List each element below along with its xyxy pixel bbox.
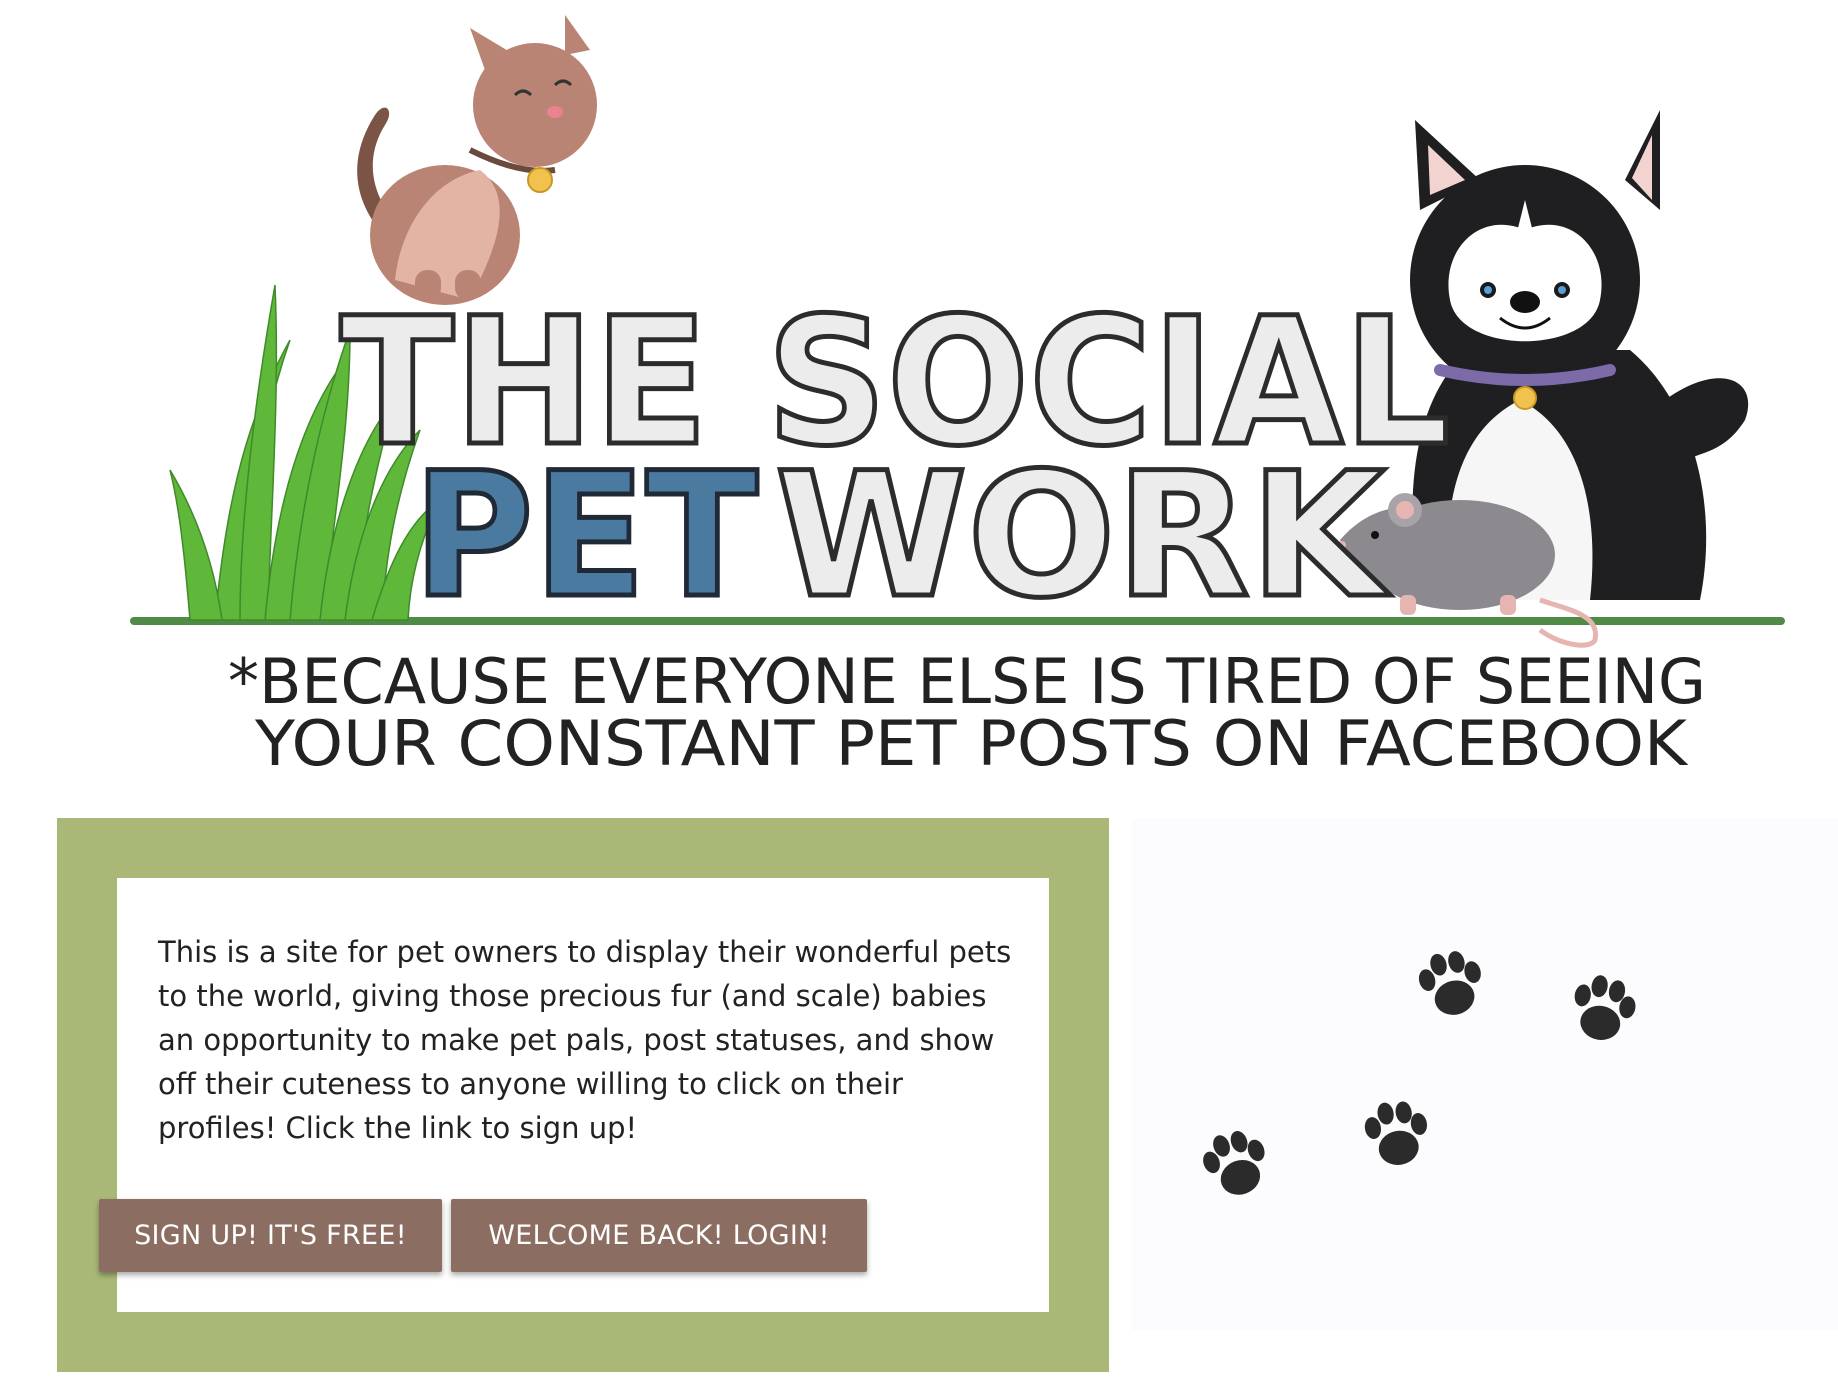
- site-description: This is a site for pet owners to display…: [158, 935, 1012, 1145]
- auth-button-row: SIGN UP! IT'S FREE! WELCOME BACK! LOGIN!: [99, 1199, 867, 1272]
- paw-icon: [1361, 1096, 1434, 1170]
- banner-tagline-line2: YOUR CONSTANT PET POSTS ON FACEBOOK: [254, 707, 1688, 780]
- banner-title-pet: PET: [413, 435, 758, 636]
- login-button[interactable]: WELCOME BACK! LOGIN!: [451, 1199, 867, 1272]
- site-banner: THE SOCIAL PET WORK *BECAUSE EVERYONE EL…: [0, 0, 1838, 790]
- paw-icon: [1567, 971, 1640, 1046]
- banner-title-work: WORK: [775, 435, 1391, 636]
- cat-illustration: [357, 15, 597, 305]
- info-panel: This is a site for pet owners to display…: [57, 818, 1109, 1372]
- signup-button[interactable]: SIGN UP! IT'S FREE!: [99, 1199, 442, 1272]
- paw-icon: [1413, 943, 1490, 1022]
- paw-print-decoration: [1132, 818, 1838, 1330]
- paw-icon: [1196, 1122, 1277, 1204]
